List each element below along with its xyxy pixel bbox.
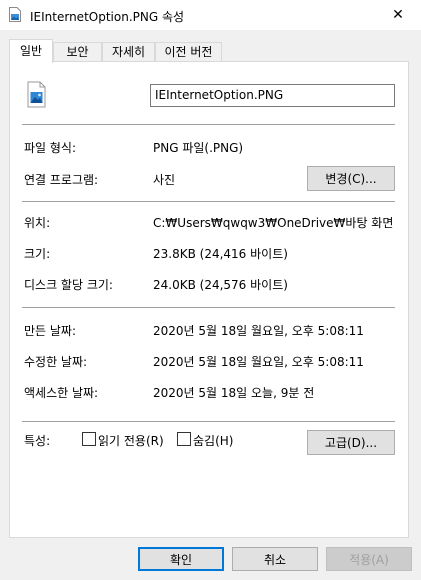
close-icon: ✕ [392, 7, 404, 23]
tab-details-label: 자세히 [111, 45, 146, 59]
created-value: 2020년 5월 18일 월요일, 오후 5:08:11 [153, 324, 364, 338]
filename-field[interactable]: IEInternetOption.PNG [150, 84, 395, 107]
change-button[interactable]: 변경(C)... [307, 166, 395, 191]
size-on-disk-value: 24.0KB (24,576 바이트) [153, 278, 288, 292]
separator [22, 421, 395, 422]
ok-button-label: 확인 [169, 552, 193, 567]
size-label: 크기: [24, 247, 51, 261]
attributes-label: 특성: [24, 434, 51, 448]
tab-previous-versions[interactable]: 이전 버전 [155, 42, 222, 61]
opens-with-label: 연결 프로그램: [24, 173, 99, 187]
ok-button[interactable]: 확인 [138, 547, 224, 571]
hidden-checkbox-label[interactable]: 숨김(H) [193, 432, 233, 449]
file-type-value: PNG 파일(.PNG) [153, 141, 244, 155]
advanced-button[interactable]: 고급(D)... [307, 430, 395, 455]
apply-button[interactable]: 적용(A) [326, 547, 412, 571]
tab-previous-versions-label: 이전 버전 [164, 45, 213, 59]
separator [22, 124, 395, 125]
title-bar: IEInternetOption.PNG 속성 ✕ [0, 0, 421, 30]
tab-security[interactable]: 보안 [53, 42, 102, 61]
apply-button-label: 적용(A) [349, 552, 389, 567]
advanced-button-label: 고급(D)... [324, 436, 378, 450]
accessed-value: 2020년 5월 18일 오늘, 9분 전 [153, 386, 315, 400]
location-value: C:₩Users₩qwqw3₩OneDrive₩바탕 화면 [153, 216, 394, 230]
general-tab-panel [9, 61, 409, 538]
accessed-label: 액세스한 날짜: [24, 386, 99, 400]
hidden-checkbox[interactable] [177, 432, 191, 446]
size-value: 23.8KB (24,416 바이트) [153, 247, 288, 261]
png-file-icon [27, 81, 46, 108]
opens-with-value: 사진 [153, 173, 176, 187]
cancel-button-label: 취소 [263, 552, 287, 567]
window-title: IEInternetOption.PNG 속성 [30, 10, 185, 24]
file-type-label: 파일 형식: [24, 141, 77, 155]
modified-label: 수정한 날짜: [24, 355, 88, 369]
tab-general-label: 일반 [19, 44, 43, 58]
cancel-button[interactable]: 취소 [232, 547, 318, 571]
tab-details[interactable]: 자세히 [102, 42, 155, 61]
separator [22, 307, 395, 308]
separator [22, 201, 395, 202]
location-label: 위치: [24, 216, 51, 230]
readonly-checkbox[interactable] [82, 432, 96, 446]
tab-general[interactable]: 일반 [9, 39, 53, 63]
size-on-disk-label: 디스크 할당 크기: [24, 278, 113, 292]
tab-security-label: 보안 [66, 45, 89, 59]
close-button[interactable]: ✕ [375, 0, 421, 30]
readonly-checkbox-label[interactable]: 읽기 전용(R) [98, 432, 164, 449]
modified-value: 2020년 5월 18일 월요일, 오후 5:08:11 [153, 355, 364, 369]
change-button-label: 변경(C)... [325, 172, 377, 186]
image-file-icon [9, 7, 21, 22]
created-label: 만든 날짜: [24, 324, 77, 338]
